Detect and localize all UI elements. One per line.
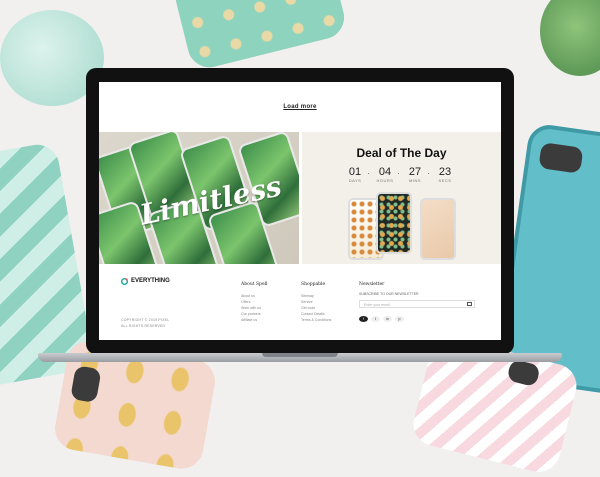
phone-case-mint-dots xyxy=(171,0,349,72)
load-more-link[interactable]: Load more xyxy=(99,104,501,110)
footer-heading-about: About Spell xyxy=(241,282,268,287)
footer-link[interactable]: Sitemap xyxy=(301,294,314,298)
footer-link[interactable]: Contact Details xyxy=(301,312,325,316)
deal-of-the-day: Deal of The Day 01 DAYS · 04 HOURS · 27 … xyxy=(302,132,501,264)
social-linkedin-icon[interactable]: in xyxy=(383,316,392,322)
laptop-screen: Load more Limitless Deal of The Day 01 D… xyxy=(99,82,501,340)
social-pinterest-icon[interactable]: p xyxy=(395,316,404,322)
countdown-days: 01 DAYS xyxy=(348,166,362,183)
countdown-hours: 04 HOURS xyxy=(376,166,394,183)
mail-icon[interactable] xyxy=(467,302,472,306)
product-case-gold-glitter[interactable] xyxy=(420,198,456,260)
footer-link[interactable]: About us xyxy=(241,294,255,298)
footer-link[interactable]: Affiliate us xyxy=(241,318,257,322)
laptop-notch xyxy=(262,353,338,357)
social-facebook-icon[interactable]: f xyxy=(359,316,368,322)
site-footer: EVERYTHING COPYRIGHT © 2019 PIXEL ALL RI… xyxy=(99,264,501,340)
cactus-decoration xyxy=(540,0,600,76)
countdown-secs: 23 SECS xyxy=(438,166,452,183)
brand-logo-icon xyxy=(121,278,128,285)
countdown-mins: 27 MINS xyxy=(408,166,422,183)
newsletter-email-input[interactable]: Enter your email xyxy=(359,300,475,308)
social-twitter-icon[interactable]: t xyxy=(371,316,380,322)
footer-link[interactable]: Our partners xyxy=(241,312,261,316)
footer-link[interactable]: Get code xyxy=(301,306,315,310)
footer-heading-newsletter: Newsletter xyxy=(359,282,385,287)
footer-link[interactable]: Offers xyxy=(241,300,250,304)
copyright-line: ALL RIGHTS RESERVED xyxy=(121,324,166,328)
newsletter-text: SUBSCRIBE TO OUR NEWSLETTER xyxy=(359,292,419,296)
brand-name[interactable]: EVERYTHING xyxy=(131,278,170,284)
limitless-banner[interactable]: Limitless xyxy=(99,132,299,264)
deal-title: Deal of The Day xyxy=(356,146,447,160)
footer-link[interactable]: Work with us xyxy=(241,306,261,310)
footer-link[interactable]: Terms & Conditions xyxy=(301,318,331,322)
copyright-line: COPYRIGHT © 2019 PIXEL xyxy=(121,318,170,322)
product-case-dark-floral[interactable] xyxy=(376,192,412,254)
footer-heading-shoppable: Shoppable xyxy=(301,282,326,287)
footer-link[interactable]: Service xyxy=(301,300,313,304)
